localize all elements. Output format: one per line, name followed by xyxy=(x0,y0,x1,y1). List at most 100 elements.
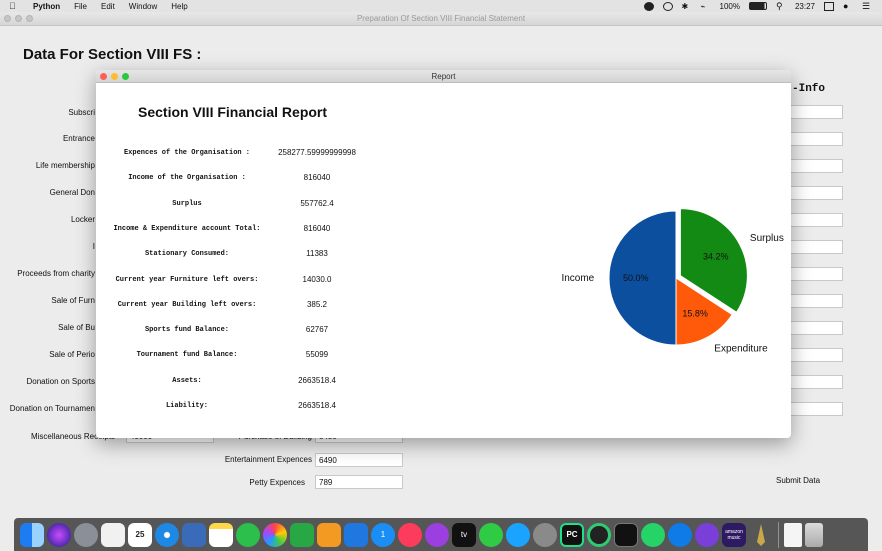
report-row-label: Expences of the Organisation : xyxy=(123,149,251,157)
menubar:  Python File Edit Window Help ✱ ⌁ 100% … xyxy=(0,0,882,12)
field-label-life-membership: Life membership xyxy=(35,161,95,170)
report-row-value: 816040 xyxy=(303,173,331,183)
finder-icon[interactable] xyxy=(20,522,44,547)
music-icon[interactable] xyxy=(398,522,422,547)
launchpad-icon[interactable] xyxy=(74,522,98,547)
bluetooth-icon[interactable]: ✱ xyxy=(682,2,692,11)
submit-data-button[interactable]: Submit Data xyxy=(766,474,830,487)
info-input-1[interactable] xyxy=(790,105,843,119)
report-row-value: 14030.0 xyxy=(302,274,332,284)
info-input-2[interactable] xyxy=(790,132,843,146)
pie-pct-label: 50.0% xyxy=(623,273,649,283)
field-label-entrance: Entrance xyxy=(62,134,95,143)
search-icon[interactable]: ⚲ xyxy=(776,1,786,11)
report-row-value: 55099 xyxy=(305,350,329,360)
time-machine-icon[interactable] xyxy=(662,1,673,11)
report-row-label: Current year Building left overs: xyxy=(117,300,257,309)
clock[interactable]: 23:27 xyxy=(795,2,815,11)
field-label-sale-building: Sale of Bu xyxy=(58,323,95,332)
info-input-12[interactable] xyxy=(790,402,843,416)
keynote-icon[interactable] xyxy=(344,522,368,547)
pie-slice-label: Income xyxy=(561,273,594,284)
battery-icon[interactable] xyxy=(748,2,767,10)
info-input-5[interactable] xyxy=(790,213,843,227)
pycharm-icon[interactable]: PC xyxy=(560,522,584,547)
field-label-subscriptions: Subscri xyxy=(68,108,95,117)
menu-window[interactable]: Window xyxy=(129,2,157,11)
pen-icon[interactable] xyxy=(749,523,773,547)
system-preferences-icon[interactable] xyxy=(533,522,557,547)
chat-icon[interactable] xyxy=(506,522,530,547)
field-label-locker: Locker xyxy=(70,215,95,224)
podcasts-icon[interactable] xyxy=(425,522,449,547)
report-row-label: Surplus xyxy=(172,199,202,208)
app-store-icon[interactable]: 1 xyxy=(371,522,395,547)
report-row-label: Current year Furniture left overs: xyxy=(115,275,259,284)
info-input-9[interactable] xyxy=(790,321,843,335)
field-label-sale-furniture: Sale of Furn xyxy=(51,296,95,305)
apple-icon[interactable]:  xyxy=(9,1,19,11)
info-input-4[interactable] xyxy=(790,186,843,200)
calendar-icon[interactable]: 25 xyxy=(128,522,152,547)
trash-icon[interactable] xyxy=(805,522,823,547)
info-input-7[interactable] xyxy=(790,267,843,281)
report-row-label: Income of the Organisation : xyxy=(128,174,246,183)
display-icon[interactable] xyxy=(824,1,834,11)
report-heading: Section VIII Financial Report xyxy=(138,104,328,120)
info-input-3[interactable] xyxy=(790,159,843,173)
radio-icon[interactable] xyxy=(695,522,719,547)
info-input-6[interactable] xyxy=(790,240,843,254)
petty-input[interactable]: 789 xyxy=(315,475,403,489)
find-my-icon[interactable] xyxy=(236,522,260,547)
pie-slice-label: Expenditure xyxy=(714,344,768,355)
info-input-8[interactable] xyxy=(790,294,843,308)
pie-chart: 50.0% Income 34.2% Surplus 15.8% Expenditure xyxy=(561,208,784,355)
report-row-value: 2663518.4 xyxy=(298,401,336,410)
whatsapp-icon[interactable] xyxy=(641,522,665,547)
notes-icon[interactable] xyxy=(209,522,233,547)
document-icon[interactable] xyxy=(784,522,802,547)
report-row-label: Tournament fund Balance: xyxy=(136,351,238,360)
info-input-10[interactable] xyxy=(790,348,843,362)
entertainment-input[interactable]: 6490 xyxy=(315,453,403,467)
report-row-value: 557762.4 xyxy=(300,198,334,208)
report-window-titlebar: Report xyxy=(96,70,791,83)
numbers-icon[interactable] xyxy=(290,522,314,547)
contacts-icon[interactable] xyxy=(101,522,125,547)
field-label-sale-periodicals: Sale of Perio xyxy=(49,350,95,359)
amazon-music-icon[interactable]: amazon music xyxy=(722,522,746,547)
report-row-label: Income & Expenditure account Total: xyxy=(113,224,261,233)
field-label-entertainment: Entertainment Expences xyxy=(224,455,312,464)
pen-shape xyxy=(757,523,765,546)
menu-file[interactable]: File xyxy=(74,2,87,11)
info-input-11[interactable] xyxy=(790,375,843,389)
siri-icon[interactable] xyxy=(47,522,71,547)
messages-icon[interactable] xyxy=(479,522,503,547)
preview-icon[interactable] xyxy=(182,522,206,547)
field-label-general-donation: General Don xyxy=(49,188,95,197)
safari-icon[interactable] xyxy=(155,522,179,547)
field-label-donation-tournament: Donation on Tournamen xyxy=(9,404,95,413)
wifi-icon[interactable]: ⌁ xyxy=(701,2,711,11)
record-icon[interactable] xyxy=(643,1,654,11)
spinner-icon[interactable] xyxy=(587,522,611,547)
report-row-label: Assets: xyxy=(172,376,202,385)
field-label-i: I xyxy=(92,242,95,251)
photos-icon[interactable] xyxy=(263,522,287,547)
user-icon[interactable]: ● xyxy=(843,1,853,11)
notification-center-icon[interactable]: ☰ xyxy=(862,1,872,11)
field-label-petty: Petty Expences xyxy=(249,478,305,487)
menu-help[interactable]: Help xyxy=(171,2,187,11)
pages-icon[interactable] xyxy=(317,522,341,547)
pie-pct-label: 34.2% xyxy=(703,251,729,261)
menu-app[interactable]: Python xyxy=(33,2,60,11)
teamviewer-icon[interactable] xyxy=(668,522,692,547)
apple-tv-icon[interactable]: tv xyxy=(452,522,476,547)
battery-percent: 100% xyxy=(719,1,740,11)
terminal-icon[interactable] xyxy=(614,522,638,547)
menu-edit[interactable]: Edit xyxy=(101,2,115,11)
report-row-value: 11383 xyxy=(306,249,328,259)
report-row-value: 2663518.4 xyxy=(298,375,336,385)
field-label-donation-sports: Donation on Sports xyxy=(26,377,96,386)
page-title: Data For Section VIII FS : xyxy=(23,46,202,63)
